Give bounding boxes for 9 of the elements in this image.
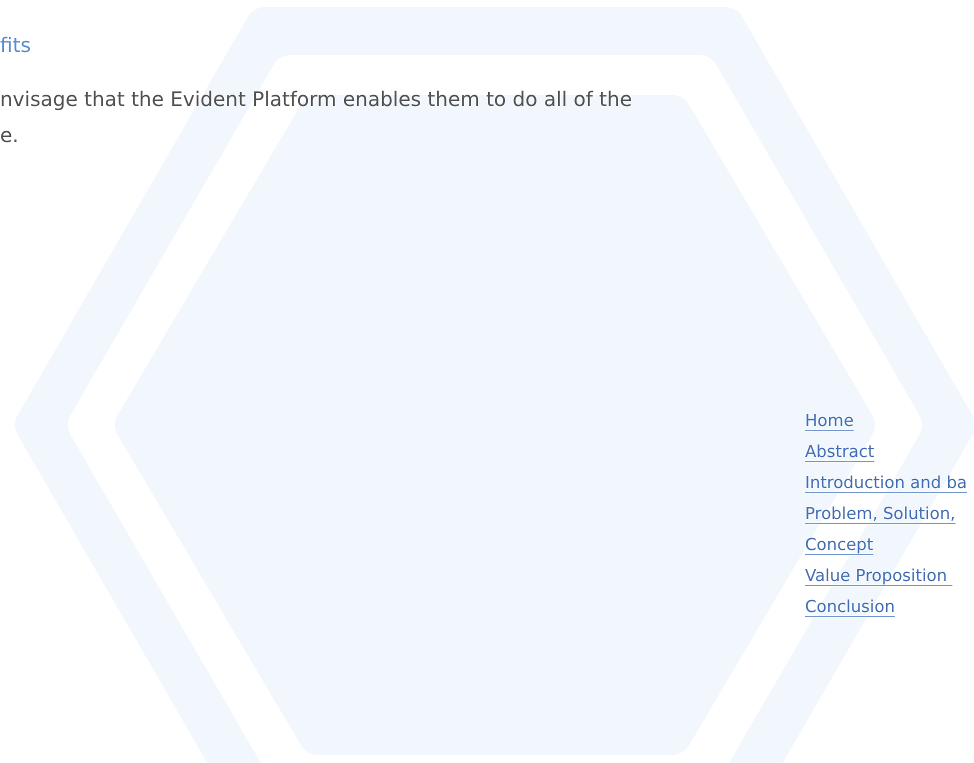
nav-link[interactable]: Concept: [805, 532, 874, 558]
section-heading: fits: [0, 32, 31, 59]
nav-link[interactable]: Value Proposition: [805, 563, 952, 589]
nav-link[interactable]: Introduction and ba: [805, 470, 968, 496]
nav-link[interactable]: Problem, Solution,: [805, 501, 956, 527]
nav-link[interactable]: Home: [805, 408, 854, 434]
nav-link[interactable]: Abstract: [805, 439, 874, 465]
nav-link[interactable]: Conclusion: [805, 594, 895, 620]
body-paragraph: nvisage that the Evident Platform enables them to do all of the e.: [0, 86, 634, 149]
